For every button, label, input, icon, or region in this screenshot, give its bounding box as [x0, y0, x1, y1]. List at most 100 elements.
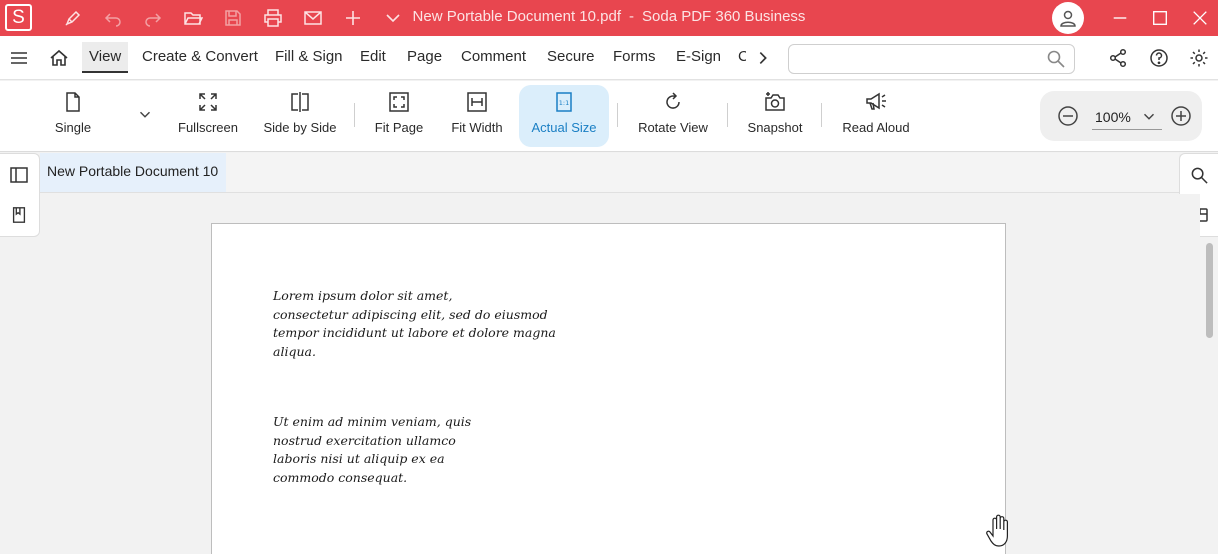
- rotate-view-label: Rotate View: [638, 120, 708, 135]
- snapshot-button[interactable]: Snapshot: [740, 85, 810, 147]
- tab-e-sign[interactable]: E-Sign: [676, 48, 721, 65]
- fit-width-icon: [467, 92, 487, 112]
- add-icon[interactable]: [340, 5, 366, 31]
- text-line: nostrud exercitation ullamco: [273, 432, 456, 448]
- svg-text:1:1: 1:1: [559, 99, 569, 107]
- megaphone-icon: [866, 92, 886, 110]
- help-button[interactable]: [1145, 44, 1173, 72]
- hamburger-menu-button[interactable]: [5, 44, 33, 72]
- find-button[interactable]: [1188, 164, 1210, 186]
- document-tab[interactable]: New Portable Document 10: [40, 153, 227, 192]
- search-input[interactable]: [797, 46, 1037, 72]
- text-line: commodo consequat.: [273, 469, 408, 485]
- side-by-side-button[interactable]: Side by Side: [260, 85, 340, 147]
- side-by-side-icon: [291, 92, 309, 112]
- maximize-button[interactable]: [1146, 4, 1174, 32]
- zoom-in-icon: [1171, 106, 1191, 126]
- zoom-dropdown-button[interactable]: [1140, 107, 1158, 125]
- fit-page-label: Fit Page: [374, 120, 424, 135]
- open-folder-icon[interactable]: [180, 5, 206, 31]
- paragraph-2: Ut enim ad minim veniam, quis nostrud ex…: [273, 413, 573, 487]
- text-line: aliqua.: [273, 343, 316, 359]
- zoom-out-icon: [1058, 106, 1078, 126]
- tab-overflow-partial[interactable]: C: [738, 48, 746, 65]
- read-aloud-label: Read Aloud: [842, 120, 910, 135]
- view-toolbar: Single Fullscreen Side by Side Fit Page …: [0, 81, 1218, 152]
- share-button[interactable]: [1104, 44, 1132, 72]
- scroll-tabs-right-button[interactable]: [749, 44, 777, 72]
- zoom-control: 100%: [1040, 91, 1202, 141]
- app-logo[interactable]: S: [5, 4, 32, 31]
- rotate-view-button[interactable]: Rotate View: [632, 85, 714, 147]
- print-icon[interactable]: [260, 5, 286, 31]
- mail-icon[interactable]: [300, 5, 326, 31]
- document-title: New Portable Document 10.pdf: [412, 8, 621, 25]
- gear-icon: [1190, 49, 1208, 67]
- tab-fill-sign[interactable]: Fill & Sign: [275, 48, 343, 65]
- tab-edit[interactable]: Edit: [360, 48, 386, 65]
- toolbar-divider: [354, 103, 355, 127]
- fit-page-button[interactable]: Fit Page: [366, 85, 432, 147]
- title-separator: -: [629, 8, 634, 25]
- tab-comment[interactable]: Comment: [461, 48, 526, 65]
- tab-page[interactable]: Page: [407, 48, 442, 65]
- vertical-scrollbar[interactable]: [1206, 243, 1213, 338]
- user-avatar[interactable]: [1052, 2, 1084, 34]
- fit-width-label: Fit Width: [451, 120, 503, 135]
- fullscreen-button[interactable]: Fullscreen: [172, 85, 244, 147]
- search-icon[interactable]: [1046, 49, 1066, 69]
- rotate-icon: [666, 92, 680, 109]
- tab-secure[interactable]: Secure: [547, 48, 595, 65]
- home-icon: [50, 49, 68, 66]
- tab-view[interactable]: View: [82, 42, 129, 73]
- chevron-down-icon[interactable]: [380, 5, 406, 31]
- undo-icon[interactable]: [100, 5, 126, 31]
- toolbar-divider: [617, 103, 618, 127]
- zoom-out-button[interactable]: [1057, 105, 1079, 127]
- snapshot-label: Snapshot: [747, 120, 803, 135]
- help-icon: [1150, 49, 1168, 67]
- product-name: Soda PDF 360 Business: [642, 8, 806, 25]
- actual-size-button[interactable]: 1:1 Actual Size: [519, 85, 609, 147]
- minimize-button[interactable]: [1106, 4, 1134, 32]
- sidebar-icon: [10, 167, 28, 183]
- fullscreen-icon: [199, 93, 217, 111]
- text-line: consectetur adipiscing elit, sed do eius…: [273, 306, 548, 322]
- side-by-side-label: Side by Side: [263, 120, 337, 135]
- document-tab-bar: New Portable Document 10: [40, 153, 1179, 193]
- maximize-icon: [1153, 11, 1167, 25]
- chevron-down-icon: [139, 111, 151, 118]
- pen-icon[interactable]: [60, 5, 86, 31]
- save-icon[interactable]: [220, 5, 246, 31]
- read-aloud-button[interactable]: Read Aloud: [836, 85, 916, 147]
- settings-button[interactable]: [1185, 44, 1213, 72]
- zoom-value[interactable]: 100%: [1095, 109, 1131, 125]
- share-icon: [1109, 48, 1127, 68]
- redo-icon[interactable]: [140, 5, 166, 31]
- close-button[interactable]: [1186, 4, 1214, 32]
- text-line: tempor incididunt ut labore et dolore ma…: [273, 325, 556, 340]
- chevron-down-icon: [1143, 113, 1155, 120]
- fit-width-button[interactable]: Fit Width: [444, 85, 510, 147]
- zoom-in-button[interactable]: [1170, 105, 1192, 127]
- search-box: [788, 44, 1075, 74]
- single-page-button[interactable]: Single: [43, 85, 103, 147]
- tab-forms[interactable]: Forms: [613, 48, 656, 65]
- menu-bar: View Create & Convert Fill & Sign Edit P…: [0, 36, 1218, 80]
- paragraph-1: Lorem ipsum dolor sit amet, consectetur …: [273, 287, 573, 361]
- bookmark-icon: [12, 207, 26, 223]
- hand-cursor-icon: [985, 514, 1013, 553]
- single-dropdown-button[interactable]: [136, 105, 156, 125]
- close-icon: [1193, 11, 1207, 25]
- bookmarks-button[interactable]: [8, 204, 30, 226]
- text-line: Lorem ipsum dolor sit amet,: [273, 288, 453, 303]
- pdf-page[interactable]: Lorem ipsum dolor sit amet, consectetur …: [211, 223, 1006, 554]
- home-button[interactable]: [45, 44, 73, 72]
- toggle-sidebar-button[interactable]: [8, 164, 30, 186]
- tab-create-convert[interactable]: Create & Convert: [142, 48, 258, 65]
- actual-size-label: Actual Size: [531, 120, 597, 135]
- left-panel-rail: [0, 153, 40, 237]
- actual-size-icon: 1:1: [556, 92, 572, 112]
- fit-page-icon: [389, 92, 409, 112]
- camera-icon: [765, 92, 785, 111]
